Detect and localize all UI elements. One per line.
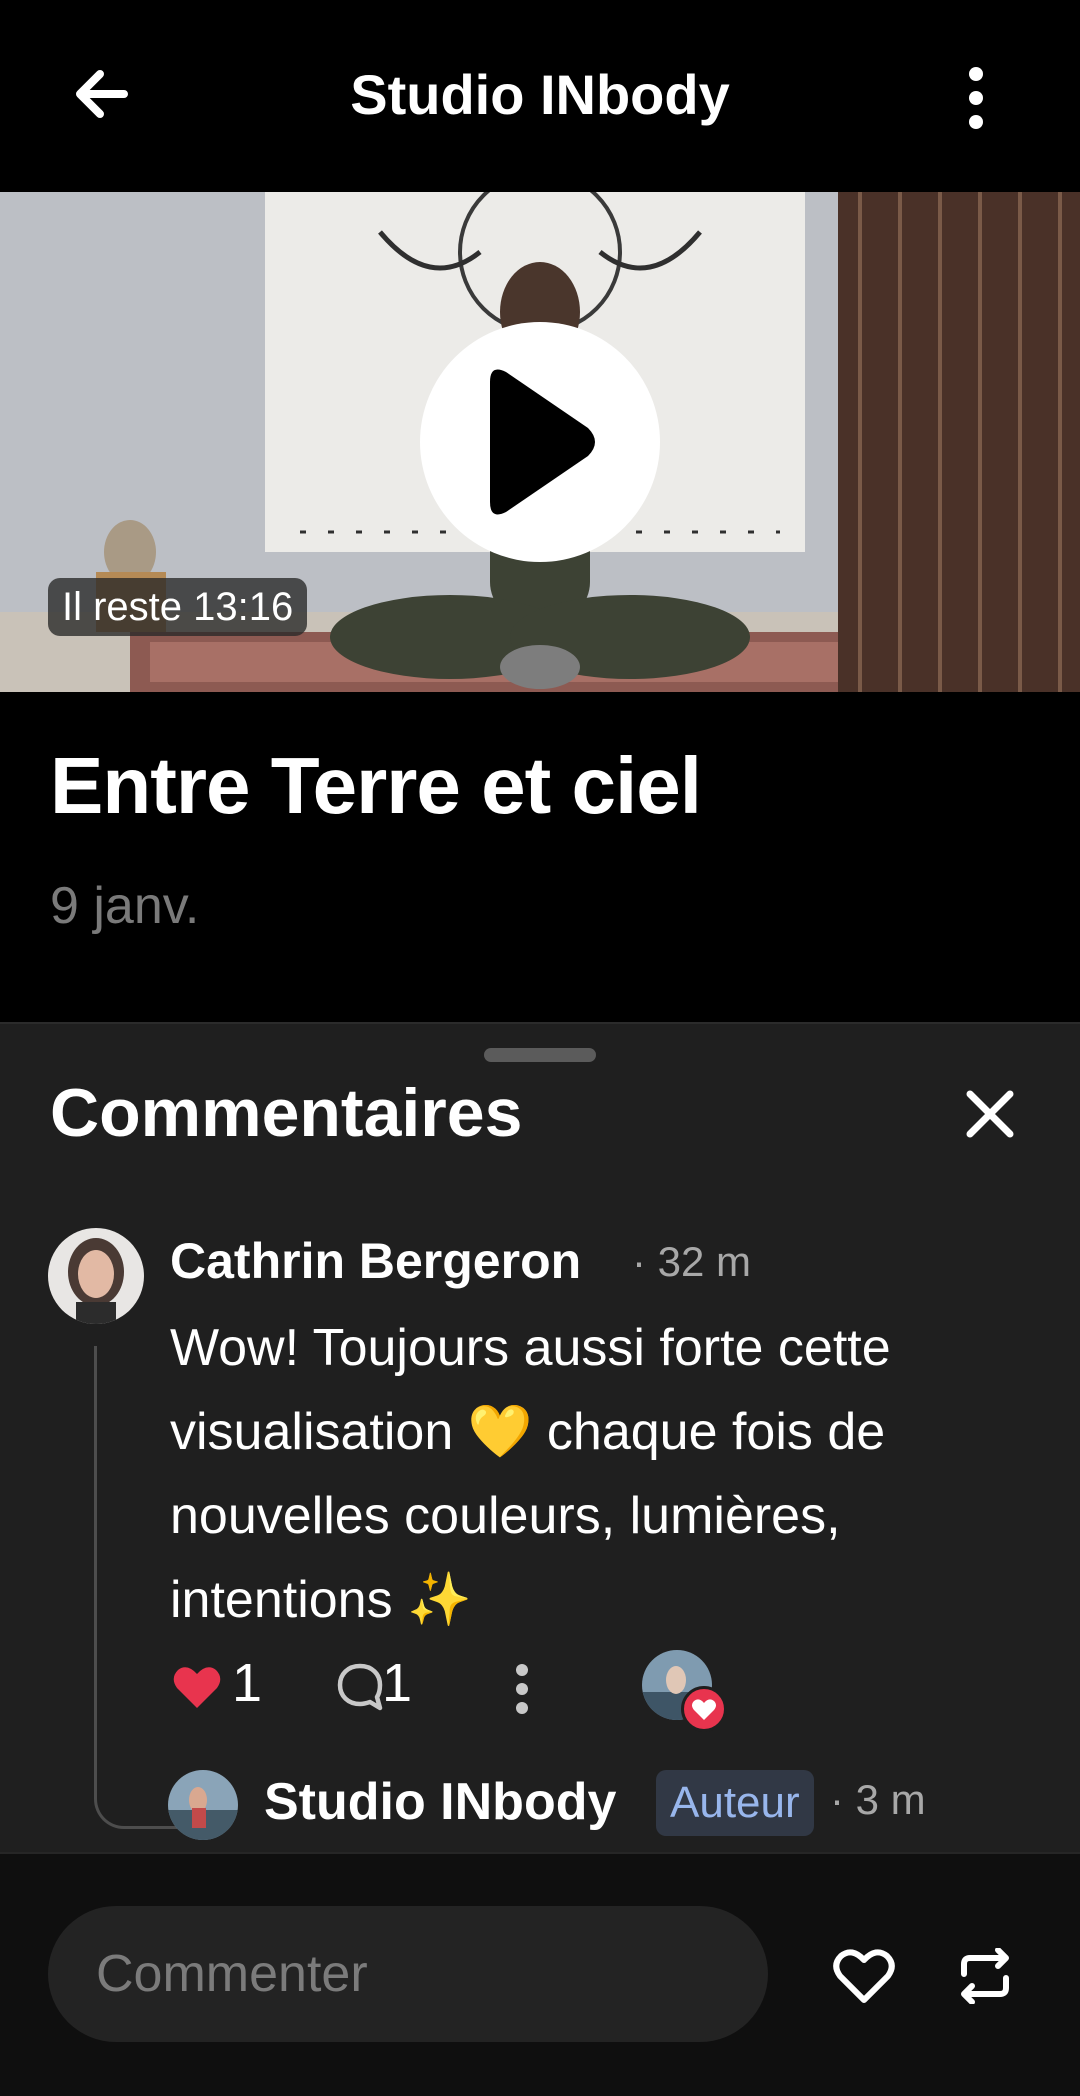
comments-title: Commentaires [50,1075,523,1151]
comment-time: · 32 m [632,1238,752,1285]
play-icon [490,369,595,515]
reply-author-avatar[interactable] [168,1770,238,1840]
comment-author[interactable]: Cathrin Bergeron [170,1232,581,1290]
commenter-avatar[interactable] [48,1228,144,1324]
reply-time: · 3 m [830,1776,926,1823]
post-date: 9 janv. [50,877,200,935]
comment-composer-bar [0,1852,1080,2096]
comment-more-icon[interactable] [512,1662,532,1716]
liked-heart-badge [681,1686,727,1732]
heart-outline-icon[interactable] [832,1946,896,2006]
comment-like-count: 1 [232,1653,263,1713]
repost-icon[interactable] [950,1948,1020,2004]
reply-author[interactable]: Studio INbody [264,1772,616,1832]
thread-connector [94,1346,177,1829]
video-player[interactable]: Il reste 13:16 [0,192,1080,692]
comment-reply-count: 1 [382,1653,413,1713]
comment-text: Wow! Toujours aussi forte cette visualis… [170,1319,891,1629]
heart-filled-icon[interactable] [172,1664,222,1710]
play-button[interactable] [420,322,660,562]
top-bar: Studio INbody [0,0,1080,192]
page-title: Studio INbody [350,63,730,126]
post-title: Entre Terre et ciel [50,741,702,830]
comment-input[interactable] [48,1906,768,2042]
comments-sheet: Commentaires Cathrin Bergeron · 32 m Wow… [0,1022,1080,1854]
close-icon[interactable] [962,1086,1018,1142]
author-badge: Auteur [656,1770,814,1836]
sheet-drag-handle[interactable] [484,1048,596,1062]
reply-bubble-icon[interactable] [336,1662,384,1712]
more-options-icon[interactable] [956,58,996,138]
time-remaining-badge: Il reste 13:16 [48,578,308,636]
